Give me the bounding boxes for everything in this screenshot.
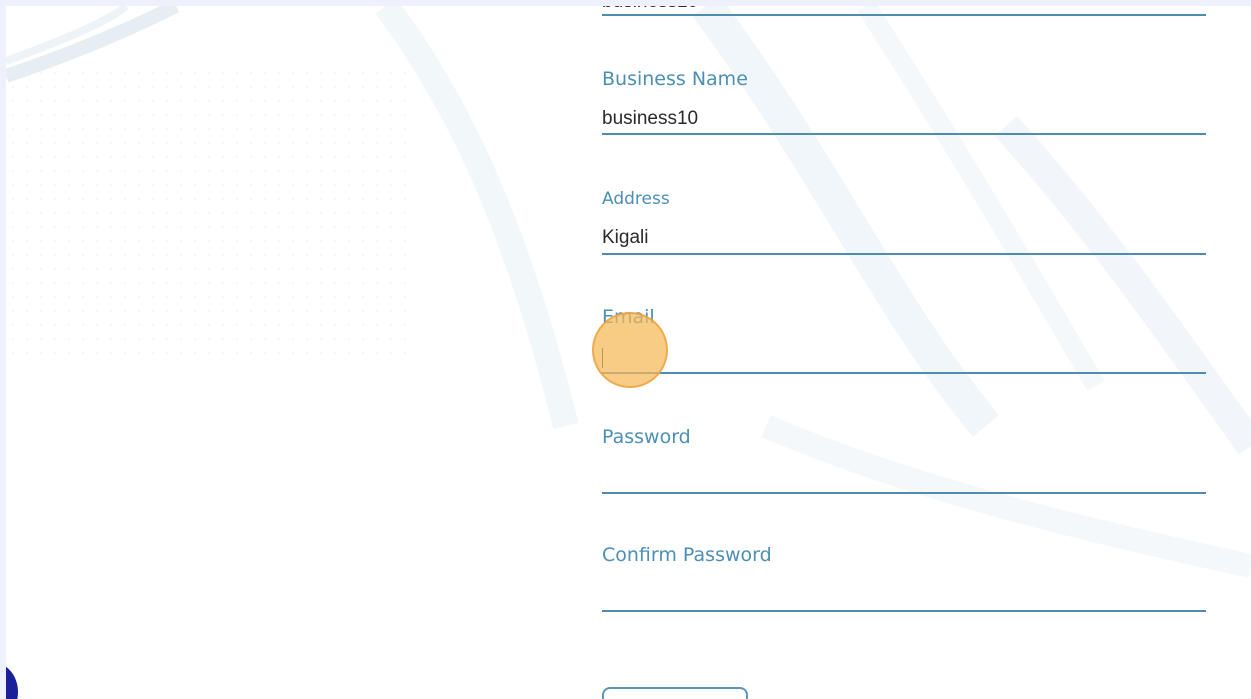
confirm-password-underline xyxy=(602,610,1206,612)
address-input[interactable]: Kigali xyxy=(602,227,648,249)
business-name-field[interactable]: Business Name business10 xyxy=(602,68,1206,138)
business-name-label: Business Name xyxy=(602,68,748,90)
email-underline xyxy=(602,372,1206,374)
submit-button[interactable] xyxy=(602,687,748,699)
top-field-value: business10 xyxy=(602,6,698,13)
registration-screen: business10 Business Name business10 Addr… xyxy=(6,6,1251,699)
top-field-underline xyxy=(602,14,1206,16)
address-label: Address xyxy=(602,189,670,209)
password-field[interactable]: Password xyxy=(602,426,1206,498)
top-field-partial[interactable]: business10 xyxy=(602,6,1206,20)
password-underline xyxy=(602,492,1206,494)
dot-texture xyxy=(6,66,406,366)
password-label: Password xyxy=(602,426,691,448)
confirm-password-field[interactable]: Confirm Password xyxy=(602,544,1206,616)
confirm-password-label: Confirm Password xyxy=(602,544,772,566)
click-highlight-marker xyxy=(592,312,668,388)
address-underline xyxy=(602,253,1206,255)
business-name-input[interactable]: business10 xyxy=(602,108,698,130)
business-name-underline xyxy=(602,133,1206,135)
address-field[interactable]: Address Kigali xyxy=(602,189,1206,259)
email-field[interactable]: Email xyxy=(602,306,1206,378)
